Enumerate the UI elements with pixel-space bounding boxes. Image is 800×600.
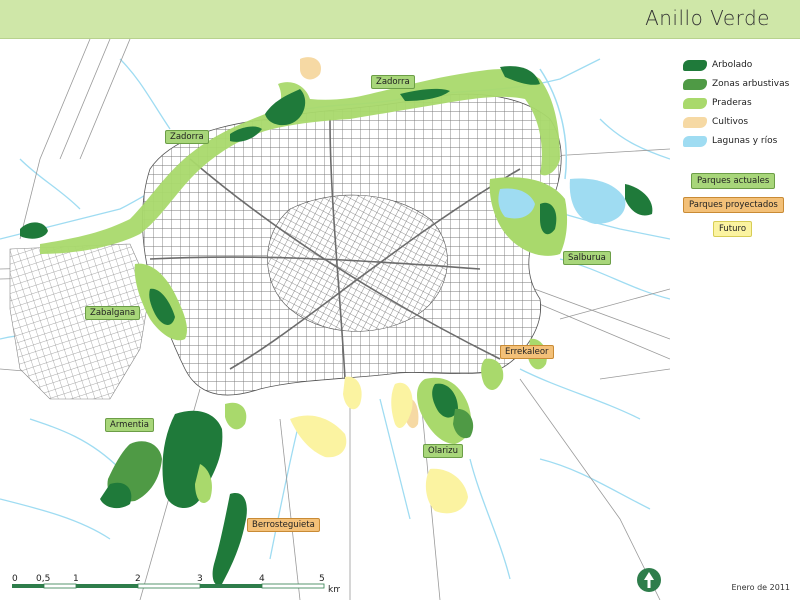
scale-bar: 0 0,5 1 2 3 4 5 km — [12, 574, 340, 594]
legend-item-cultivos: Cultivos — [676, 113, 796, 132]
label-errekaleor[interactable]: Errekaleor — [500, 345, 554, 359]
scale-tick-0: 0 — [12, 574, 18, 584]
scale-tick-3: 3 — [197, 574, 203, 584]
label-berrostegieta[interactable]: Berrosteguieta — [247, 518, 320, 532]
date-label: Enero de 2011 — [731, 583, 791, 592]
scale-tick-05: 0,5 — [36, 574, 50, 584]
header-banner: Anillo Verde — [0, 0, 800, 39]
legend-item-praderas: Praderas — [676, 94, 796, 113]
label-salburua[interactable]: Salburua — [563, 251, 611, 265]
scale-tick-4: 4 — [259, 574, 265, 584]
scale-unit: km — [328, 585, 340, 594]
swatch-cultivos-icon — [683, 117, 707, 128]
swatch-zonas-arbustivas-icon — [683, 79, 707, 90]
scale-tick-1: 1 — [73, 574, 79, 584]
swatch-lagunas-icon — [683, 136, 707, 147]
legend-badge-parques-proyectados: Parques proyectados — [683, 197, 784, 213]
swatch-arbolado-icon — [683, 60, 707, 71]
old-town — [267, 194, 448, 332]
swatch-praderas-icon — [683, 98, 707, 109]
scale-tick-2: 2 — [135, 574, 141, 584]
label-zadorra-west[interactable]: Zadorra — [165, 130, 209, 144]
legend-item-lagunas: Lagunas y ríos — [676, 132, 796, 151]
label-zadorra-north[interactable]: Zadorra — [371, 75, 415, 89]
legend-badge-parques-actuales: Parques actuales — [691, 173, 776, 189]
label-zabalgana[interactable]: Zabalgana — [85, 306, 141, 320]
label-armentia[interactable]: Armentia — [105, 418, 154, 432]
legend-item-zonas-arbustivas: Zonas arbustivas — [676, 75, 796, 94]
north-arrow-icon — [637, 568, 661, 592]
label-olarizu[interactable]: Olarizu — [423, 444, 463, 458]
legend-item-arbolado: Arbolado — [676, 56, 796, 75]
scale-tick-5: 5 — [319, 574, 325, 584]
map-title: Anillo Verde — [645, 6, 770, 30]
legend-badge-futuro: Futuro — [713, 221, 753, 237]
legend: Arbolado Zonas arbustivas Praderas Culti… — [676, 56, 796, 151]
